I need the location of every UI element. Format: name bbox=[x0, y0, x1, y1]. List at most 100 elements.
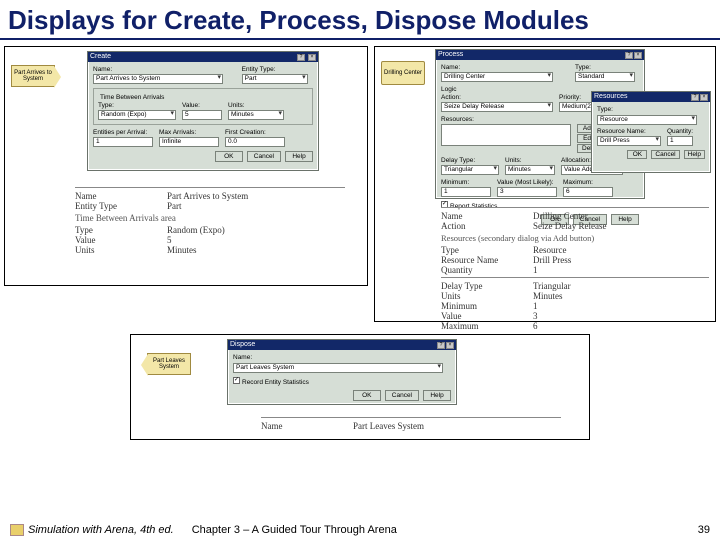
max-field[interactable]: 6 bbox=[563, 187, 613, 197]
restype-field[interactable]: Resource bbox=[597, 115, 697, 125]
plist-val: Part Leaves System bbox=[353, 421, 424, 431]
page-number: 39 bbox=[698, 524, 710, 536]
process-type-label: Type: bbox=[575, 64, 639, 71]
plist-key: Maximum bbox=[441, 321, 533, 331]
create-units-field[interactable]: Minutes bbox=[228, 110, 284, 120]
dispose-name-field[interactable]: Part Leaves System bbox=[233, 363, 443, 373]
plist-val: Drill Press bbox=[533, 255, 571, 265]
create-value-field[interactable]: 5 bbox=[182, 110, 222, 120]
plist-val: 3 bbox=[533, 311, 538, 321]
process-name-label: Name: bbox=[441, 64, 569, 71]
dispose-panel: Part Leaves System Dispose ?× Name: Part… bbox=[130, 334, 590, 440]
cancel-button[interactable]: Cancel bbox=[247, 151, 281, 162]
close-icon[interactable]: × bbox=[308, 54, 316, 61]
resources-listbox[interactable] bbox=[441, 124, 571, 146]
plist-key: Value bbox=[75, 235, 167, 245]
create-type-field[interactable]: Random (Expo) bbox=[98, 110, 176, 120]
resqty-field[interactable]: 1 bbox=[667, 136, 693, 146]
help-button[interactable]: Help bbox=[423, 390, 451, 401]
create-property-list: NamePart Arrives to System Entity TypePa… bbox=[75, 185, 345, 255]
create-value-label: Value: bbox=[182, 102, 222, 109]
plist-val: Resource bbox=[533, 245, 567, 255]
process-property-list: NameDrilling Center ActionSeize Delay Re… bbox=[441, 205, 709, 331]
book-icon bbox=[10, 524, 24, 536]
plist-section: Time Between Arrivals area bbox=[75, 213, 345, 223]
create-units-label: Units: bbox=[228, 102, 284, 109]
process-type-field[interactable]: Standard bbox=[575, 72, 635, 82]
ok-button[interactable]: OK bbox=[215, 151, 243, 162]
create-first-label: First Creation: bbox=[225, 129, 285, 136]
min-field[interactable]: 1 bbox=[441, 187, 491, 197]
create-dialog: Create ? × Name: Part Arrives to System … bbox=[87, 51, 319, 171]
create-block-label: Part Arrives to System bbox=[13, 70, 53, 82]
plist-key: Units bbox=[441, 291, 533, 301]
close-icon[interactable]: × bbox=[700, 94, 708, 101]
plist-val: 5 bbox=[167, 235, 172, 245]
help-button[interactable]: Help bbox=[684, 150, 705, 159]
create-dialog-title: Create bbox=[90, 53, 111, 60]
plist-val: Part bbox=[167, 201, 182, 211]
restype-label: Type: bbox=[597, 106, 705, 113]
tba-section-label: Time Between Arrivals bbox=[98, 94, 166, 101]
help-icon[interactable]: ? bbox=[625, 52, 633, 59]
ok-button[interactable]: OK bbox=[353, 390, 381, 401]
delaytype-label: Delay Type: bbox=[441, 157, 499, 164]
ok-button[interactable]: OK bbox=[627, 150, 647, 159]
plist-key: Value bbox=[441, 311, 533, 321]
create-name-field[interactable]: Part Arrives to System bbox=[93, 74, 223, 84]
plist-key: Quantity bbox=[441, 265, 533, 275]
cancel-button[interactable]: Cancel bbox=[385, 390, 419, 401]
create-name-label: Name: bbox=[93, 66, 236, 73]
dispose-name-label: Name: bbox=[233, 354, 451, 361]
close-icon[interactable]: × bbox=[634, 52, 642, 59]
resname-label: Resource Name: bbox=[597, 128, 661, 135]
plist-key: Type bbox=[75, 225, 167, 235]
create-maxarr-label: Max Arrivals: bbox=[159, 129, 219, 136]
plist-val: Random (Expo) bbox=[167, 225, 225, 235]
dispose-module-block[interactable]: Part Leaves System bbox=[147, 353, 191, 375]
help-icon[interactable]: ? bbox=[437, 342, 445, 349]
record-stats-checkbox[interactable] bbox=[233, 377, 240, 384]
resname-field[interactable]: Drill Press bbox=[597, 136, 661, 146]
dispose-dialog-title: Dispose bbox=[230, 341, 255, 348]
create-entitytype-field[interactable]: Part bbox=[242, 74, 308, 84]
plist-val: 1 bbox=[533, 265, 538, 275]
plist-key: Type bbox=[441, 245, 533, 255]
plist-val: Seize Delay Release bbox=[533, 221, 606, 231]
dispose-property-list: NamePart Leaves System bbox=[261, 415, 561, 431]
units-field[interactable]: Minutes bbox=[505, 165, 555, 175]
help-icon[interactable]: ? bbox=[691, 94, 699, 101]
plist-val: Triangular bbox=[533, 281, 571, 291]
plist-val: Part Arrives to System bbox=[167, 191, 248, 201]
create-panel: Part Arrives to System Create ? × Name: … bbox=[4, 46, 368, 286]
process-name-field[interactable]: Drilling Center bbox=[441, 72, 553, 82]
process-module-block[interactable]: Drilling Center bbox=[381, 61, 425, 85]
footer-chapter: Chapter 3 – A Guided Tour Through Arena bbox=[192, 524, 397, 536]
create-epa-field[interactable]: 1 bbox=[93, 137, 153, 147]
delaytype-field[interactable]: Triangular bbox=[441, 165, 499, 175]
help-icon[interactable]: ? bbox=[297, 54, 305, 61]
action-field[interactable]: Seize Delay Release bbox=[441, 102, 553, 112]
create-entitytype-label: Entity Type: bbox=[242, 66, 313, 73]
mostlikely-label: Value (Most Likely): bbox=[497, 179, 557, 186]
close-icon[interactable]: × bbox=[446, 342, 454, 349]
resqty-label: Quantity: bbox=[667, 128, 693, 135]
create-first-field[interactable]: 0.0 bbox=[225, 137, 285, 147]
process-dialog-title: Process bbox=[438, 51, 463, 58]
units-label: Units: bbox=[505, 157, 555, 164]
plist-key: Resource Name bbox=[441, 255, 533, 265]
help-button[interactable]: Help bbox=[285, 151, 313, 162]
plist-key: Name bbox=[261, 421, 353, 431]
resources-dialog: Resources ?× Type: Resource Resource Nam… bbox=[591, 91, 711, 173]
plist-key: Entity Type bbox=[75, 201, 167, 211]
min-label: Minimum: bbox=[441, 179, 491, 186]
create-dialog-titlebar: Create ? × bbox=[88, 52, 318, 62]
create-maxarr-field[interactable]: Infinite bbox=[159, 137, 219, 147]
process-panel: Drilling Center Process ?× Name: Drillin… bbox=[374, 46, 716, 322]
cancel-button[interactable]: Cancel bbox=[651, 150, 679, 159]
plist-key: Name bbox=[441, 211, 533, 221]
mostlikely-field[interactable]: 3 bbox=[497, 187, 557, 197]
create-type-label: Type: bbox=[98, 102, 176, 109]
content-area: Part Arrives to System Create ? × Name: … bbox=[0, 40, 720, 460]
create-module-block[interactable]: Part Arrives to System bbox=[11, 65, 55, 87]
